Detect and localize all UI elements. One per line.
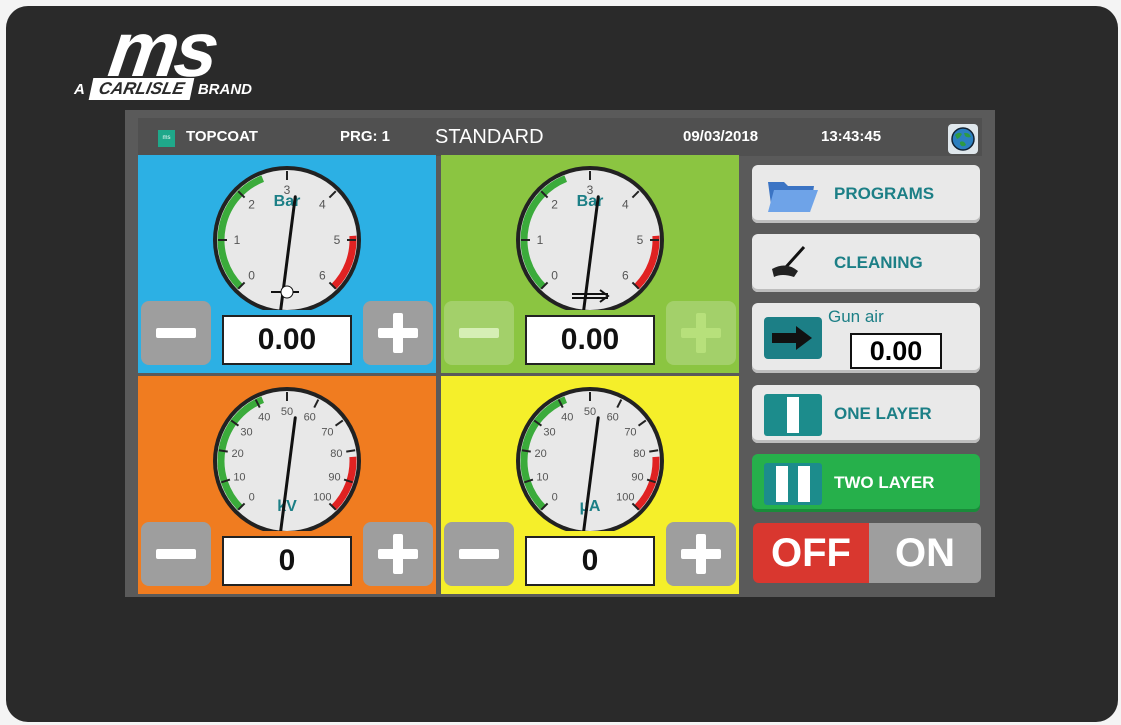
gauge-tick xyxy=(218,449,228,453)
gauge-tick-label: 40 xyxy=(561,411,573,423)
gauge-tick-label: 40 xyxy=(258,411,270,423)
gauge-tick-label: 90 xyxy=(328,471,340,483)
mode-label: TOPCOAT xyxy=(186,128,258,145)
current-decrease-button[interactable] xyxy=(444,522,514,586)
gauge-tick-label: 0 xyxy=(248,268,255,282)
atomizing-pressure-decrease-button[interactable] xyxy=(444,301,514,365)
current-gauge: 0 10 20 30 40 50 60 70 80 90 100 µA xyxy=(516,387,664,531)
gauge-tick-label: 60 xyxy=(607,411,619,423)
brush-icon xyxy=(764,243,822,285)
gauge-tick-label: 1 xyxy=(537,233,544,247)
gauge-unit-label: Bar xyxy=(577,193,604,210)
atomizing-pressure-increase-button[interactable] xyxy=(666,301,736,365)
paint-pressure-panel: 0 1 2 3 4 5 6 Bar 0.00 xyxy=(138,155,436,373)
cleaning-label: CLEANING xyxy=(834,253,923,272)
two-layer-label: TWO LAYER xyxy=(834,473,935,492)
gauge-tick-label: 0 xyxy=(552,491,558,503)
gauge-tick-label: 60 xyxy=(304,411,316,423)
gauge-unit-label: µA xyxy=(580,498,601,515)
gauge-tick-label: 80 xyxy=(633,448,645,460)
on-button[interactable]: ON xyxy=(869,523,981,583)
paint-pressure-value[interactable]: 0.00 xyxy=(222,315,352,365)
gauge-tick-label: 10 xyxy=(233,471,245,483)
gauge-tick-label: 90 xyxy=(631,471,643,483)
programs-label: PROGRAMS xyxy=(834,184,935,203)
one-layer-icon xyxy=(764,394,822,436)
gauge-tick-label: 80 xyxy=(330,448,342,460)
paint-pressure-gauge: 0123456Bar xyxy=(213,166,361,310)
two-layer-icon xyxy=(764,463,822,505)
gauge-tick-label: 20 xyxy=(231,448,243,460)
gauge-tick xyxy=(521,449,531,453)
ms-small-icon: ms xyxy=(158,130,175,147)
carlisle-logo: CARLISLE xyxy=(88,78,195,100)
current-panel: 0 10 20 30 40 50 60 70 80 90 100 µA 0 xyxy=(441,376,739,594)
arrow-right-icon xyxy=(764,317,822,359)
gauge-tick-label: 30 xyxy=(240,427,252,439)
program-name: STANDARD xyxy=(435,126,544,148)
date-label: 09/03/2018 xyxy=(683,128,759,145)
current-increase-button[interactable] xyxy=(666,522,736,586)
gauge-tick-label: 20 xyxy=(534,448,546,460)
brand-prefix: A xyxy=(74,80,85,98)
two-layer-button[interactable]: TWO LAYER xyxy=(752,454,980,512)
gauge-tick-label: 100 xyxy=(313,491,331,503)
paint-pressure-increase-button[interactable] xyxy=(363,301,433,365)
gauge-tick-label: 0 xyxy=(249,491,255,503)
gauge-tick xyxy=(649,449,659,453)
gauge-tick-label: 30 xyxy=(543,427,555,439)
folder-icon xyxy=(764,174,822,216)
brand-suffix: BRAND xyxy=(197,80,253,98)
gauge-tick-label: 5 xyxy=(334,233,341,247)
gauge-tick-label: 2 xyxy=(551,198,558,212)
gauge-tick-label: 100 xyxy=(616,491,634,503)
voltage-gauge: 0 10 20 30 40 50 60 70 80 90 100 kV xyxy=(213,387,361,531)
gun-air-button[interactable]: Gun air 0.00 xyxy=(752,303,980,373)
brand-logo: ms A CARLISLE BRAND xyxy=(70,5,350,104)
gauge-tick-label: 50 xyxy=(584,406,596,418)
current-value[interactable]: 0 xyxy=(525,536,655,586)
hmi-screen: ms TOPCOAT PRG: 1 STANDARD 09/03/2018 1 3… xyxy=(125,110,995,597)
gauge-tick-label: 4 xyxy=(622,198,629,212)
gauge-tick-label: 50 xyxy=(281,406,293,418)
one-layer-label: ONE LAYER xyxy=(834,404,932,423)
brand-tagline: A CARLISLE BRAND xyxy=(74,78,252,100)
voltage-increase-button[interactable] xyxy=(363,522,433,586)
gauge-tick xyxy=(346,449,356,453)
gun-air-label: Gun air xyxy=(828,307,884,326)
voltage-value[interactable]: 0 xyxy=(222,536,352,586)
gun-air-value[interactable]: 0.00 xyxy=(850,333,942,369)
gauge-tick-label: 70 xyxy=(624,427,636,439)
gauge-unit-label: kV xyxy=(277,498,297,515)
atomizing-pressure-panel: 0 1 2 3 4 5 6 Bar 0.00 xyxy=(441,155,739,373)
paint-pressure-decrease-button[interactable] xyxy=(141,301,211,365)
gauge-tick-label: 0 xyxy=(551,268,558,282)
one-layer-button[interactable]: ONE LAYER xyxy=(752,385,980,443)
atomizing-pressure-gauge: 0123456Bar xyxy=(516,166,664,310)
atomizing-pressure-value[interactable]: 0.00 xyxy=(525,315,655,365)
gauge-tick-label: 4 xyxy=(319,198,326,212)
voltage-decrease-button[interactable] xyxy=(141,522,211,586)
gauge-tick-label: 2 xyxy=(248,198,255,212)
program-number: PRG: 1 xyxy=(340,128,391,145)
gauge-unit-label: Bar xyxy=(274,193,301,210)
programs-button[interactable]: PROGRAMS xyxy=(752,165,980,223)
gauge-tick-label: 10 xyxy=(536,471,548,483)
gauge-tick-label: 70 xyxy=(321,427,333,439)
gauge-tick-label: 6 xyxy=(319,268,326,282)
gauge-tick-label: 1 xyxy=(234,233,241,247)
off-button[interactable]: OFF xyxy=(753,523,869,583)
gauge-tick-label: 6 xyxy=(622,268,629,282)
cleaning-button[interactable]: CLEANING xyxy=(752,234,980,292)
voltage-panel: 0 10 20 30 40 50 60 70 80 90 100 kV 0 xyxy=(138,376,436,594)
gauge-tick-label: 5 xyxy=(637,233,644,247)
